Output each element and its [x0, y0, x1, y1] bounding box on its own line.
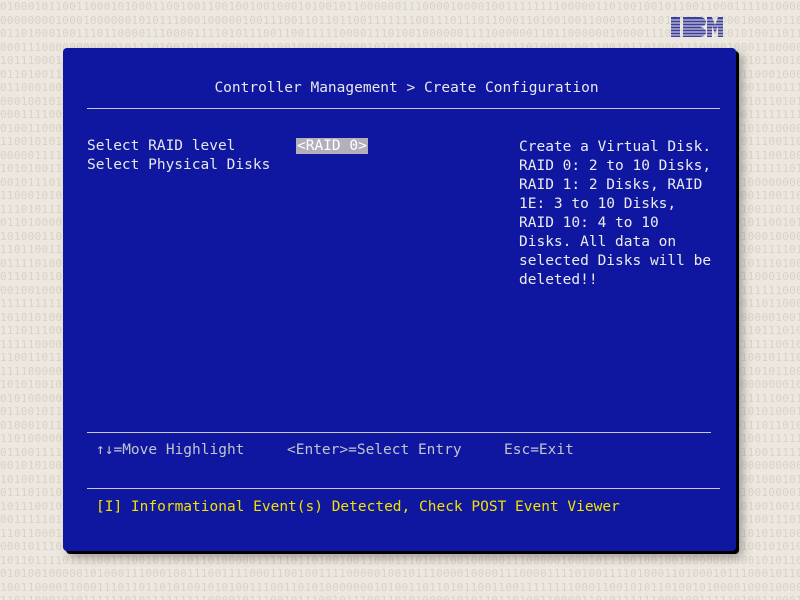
status-divider	[87, 488, 720, 489]
help-line: RAID 10: 4 to 10	[519, 215, 659, 231]
help-line: Disks. All data on	[519, 234, 677, 250]
footer-divider	[87, 432, 711, 433]
help-line: Create a Virtual Disk.	[519, 139, 712, 155]
help-line: selected Disks will be	[519, 253, 712, 269]
help-line: RAID 0: 2 to 10 Disks,	[519, 158, 712, 174]
move-highlight-hint: ↑↓=Move Highlight	[96, 442, 245, 458]
help-line: 1E: 3 to 10 Disks,	[519, 196, 677, 212]
menu-item-select-physical-disks[interactable]: Select Physical Disks	[87, 157, 270, 173]
raid-level-value[interactable]: <RAID 0>	[296, 138, 368, 154]
menu-item-label: Select RAID level	[87, 138, 236, 154]
event-status-message: [I] Informational Event(s) Detected, Che…	[96, 499, 620, 515]
ibm-logo	[670, 17, 726, 37]
select-entry-hint: <Enter>=Select Entry	[287, 442, 462, 458]
menu-item-label: Select Physical Disks	[87, 157, 271, 173]
page-title: Controller Management > Create Configura…	[214, 80, 599, 96]
exit-hint: Esc=Exit	[504, 442, 574, 458]
title-divider	[87, 108, 720, 109]
menu-item-select-raid-level[interactable]: Select RAID level	[87, 138, 235, 154]
help-line: RAID 1: 2 Disks, RAID	[519, 177, 703, 193]
help-text: Create a Virtual Disk. RAID 0: 2 to 10 D…	[519, 138, 719, 290]
bios-setup-panel: Controller Management > Create Configura…	[63, 48, 736, 551]
help-line: deleted!!	[519, 272, 598, 288]
